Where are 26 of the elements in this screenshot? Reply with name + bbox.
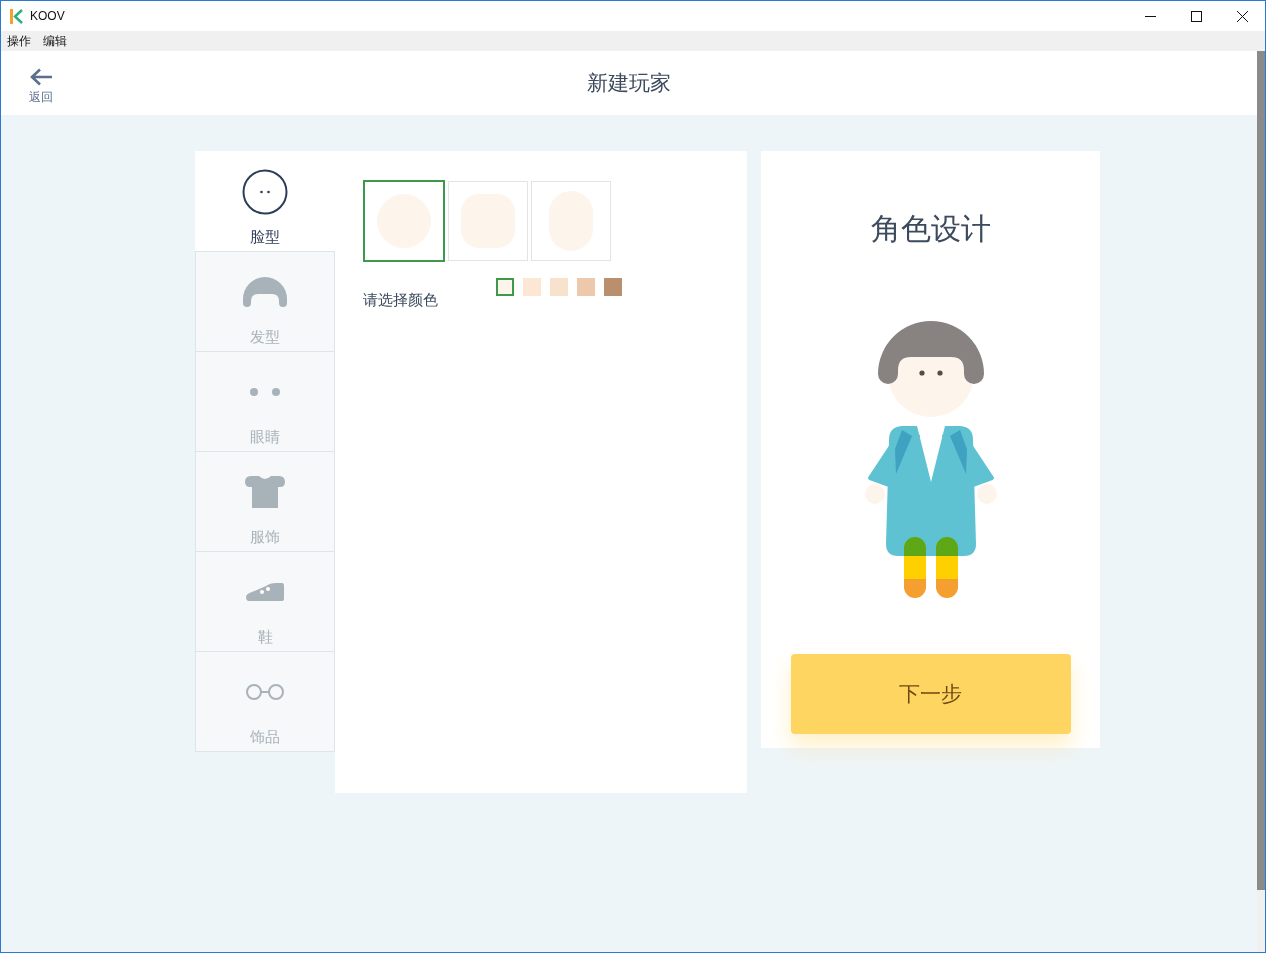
- app-title: KOOV: [30, 9, 65, 23]
- glasses-icon: [246, 684, 284, 700]
- back-arrow-icon: [30, 68, 52, 86]
- app-logo-icon: [10, 8, 23, 24]
- minimize-icon[interactable]: [1144, 15, 1156, 17]
- color-swatch[interactable]: [523, 278, 541, 296]
- category-tab[interactable]: 脸型: [195, 151, 335, 252]
- shoe-icon: [246, 583, 284, 601]
- eyes-icon: [250, 388, 280, 396]
- page-title: 新建玩家: [587, 70, 671, 96]
- shirt-icon: [245, 476, 285, 508]
- maximize-icon[interactable]: [1190, 10, 1202, 22]
- panel-title: 角色设计: [870, 211, 991, 247]
- color-swatch[interactable]: [550, 278, 568, 296]
- color-prompt: 请选择颜色: [363, 290, 439, 310]
- face-icon: [242, 169, 288, 215]
- menu-item[interactable]: 操作: [1, 33, 37, 49]
- next-button[interactable]: 下一步: [790, 654, 1071, 734]
- face-shape-option[interactable]: [363, 180, 445, 262]
- color-swatch[interactable]: [577, 278, 595, 296]
- close-icon[interactable]: [1236, 10, 1248, 22]
- color-swatch[interactable]: [604, 278, 622, 296]
- back-button[interactable]: 返回: [29, 68, 53, 104]
- hair-icon: [243, 277, 287, 307]
- color-swatch[interactable]: [496, 278, 514, 296]
- menu-item[interactable]: 编辑: [37, 33, 73, 49]
